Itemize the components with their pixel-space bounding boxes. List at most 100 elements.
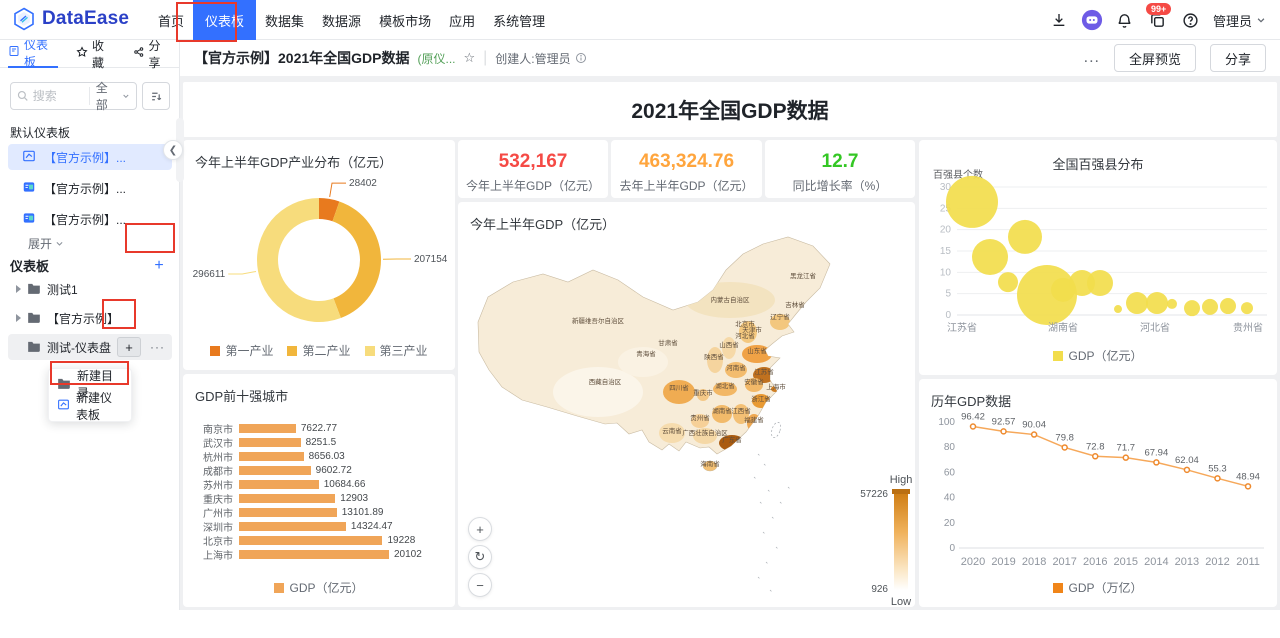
svg-text:广东省: 广东省 (722, 435, 742, 444)
map-zoom-in-button[interactable]: + (468, 517, 492, 541)
sidebar-tab-分享[interactable]: 分享 (133, 40, 171, 68)
dashboard-list-item[interactable]: 【官方示例】... (8, 144, 172, 170)
sidebar-tab-仪表板[interactable]: 仪表板 (8, 40, 58, 68)
svg-text:55.3: 55.3 (1208, 463, 1227, 474)
favorite-star-icon[interactable]: ☆ (463, 50, 475, 66)
industry-donut-chart: 28402207154296611 (183, 140, 455, 370)
svg-text:云南省: 云南省 (662, 426, 682, 435)
share-button[interactable]: 分享 (1210, 44, 1266, 72)
svg-text:江苏省: 江苏省 (947, 321, 977, 334)
industry-donut-card: 今年上半年GDP产业分布（亿元） 28402207154296611 第一产业第… (183, 140, 455, 370)
chart-title: 今年上半年GDP产业分布（亿元） (195, 152, 392, 171)
notification-badge: 99+ (1146, 3, 1171, 15)
dashboard-icon (57, 398, 70, 414)
bar-row: 苏州市10684.66 (195, 477, 447, 491)
bar-value-label: 14324.47 (351, 521, 393, 532)
scope-filter-dropdown[interactable]: 全部 (89, 87, 130, 105)
sidebar-collapse-button[interactable]: ❮ (163, 140, 183, 160)
bar (239, 508, 337, 517)
tree-item-测试-仪表盘[interactable]: 测试-仪表盘+··· (8, 334, 172, 360)
svg-text:辽宁省: 辽宁省 (770, 312, 790, 321)
nav-menu-item-仪表板[interactable]: 仪表板 (193, 0, 256, 40)
svg-text:2017: 2017 (1052, 556, 1076, 568)
nav-menu-item-应用[interactable]: 应用 (440, 0, 484, 40)
svg-text:上海市: 上海市 (766, 382, 786, 391)
svg-text:20: 20 (940, 225, 952, 236)
sort-button[interactable] (142, 82, 170, 110)
add-dashboard-button[interactable]: + (148, 257, 170, 275)
nav-menu-item-数据集[interactable]: 数据集 (256, 0, 313, 40)
bar-category-label: 深圳市 (195, 519, 239, 534)
islands-outline (754, 421, 790, 592)
bar (239, 452, 304, 461)
kpi-value: 12.7 (765, 151, 915, 173)
expand-toggle[interactable]: 展开 (28, 235, 64, 252)
legend-item: GDP（亿元） (1053, 347, 1142, 364)
dashboard-title: 2021年全国GDP数据 (631, 95, 828, 125)
help-icon[interactable] (1180, 9, 1202, 31)
svg-text:296611: 296611 (193, 269, 226, 280)
download-icon[interactable] (1048, 9, 1070, 31)
tree-item-【官方示例】[interactable]: 【官方示例】 (8, 305, 172, 331)
app-logo[interactable]: DataEase (12, 7, 129, 31)
tree-add-button[interactable]: + (117, 337, 141, 357)
scale-low-label: Low (891, 596, 911, 607)
dashboard-list-item[interactable]: 【官方示例】... (8, 206, 172, 232)
creator-info: 创建人:管理员 (495, 50, 586, 67)
search-input[interactable] (33, 89, 85, 103)
sidebar-tab-收藏[interactable]: 收藏 (76, 40, 114, 68)
nav-menu-item-数据源[interactable]: 数据源 (313, 0, 370, 40)
map-zoom-out-button[interactable]: − (468, 573, 492, 597)
china-mainland-shape (478, 237, 830, 454)
svg-text:40: 40 (944, 493, 956, 504)
bar-category-label: 北京市 (195, 533, 239, 548)
svg-text:黑龙江省: 黑龙江省 (790, 271, 817, 280)
nav-menu-item-系统管理[interactable]: 系统管理 (484, 0, 554, 40)
svg-text:28402: 28402 (349, 178, 377, 189)
scale-max-value: 57226 (860, 489, 888, 500)
legend-swatch (210, 346, 220, 356)
folder-icon (57, 377, 71, 392)
svg-text:2019: 2019 (991, 556, 1015, 568)
svg-text:吉林省: 吉林省 (785, 300, 805, 309)
svg-text:青海省: 青海省 (636, 349, 656, 358)
svg-text:100: 100 (938, 417, 955, 428)
dashboard-list-item[interactable]: 【官方示例】... (8, 175, 172, 201)
bar-category-label: 杭州市 (195, 449, 239, 464)
assistant-chat-icon[interactable] (1081, 9, 1103, 31)
nav-menu-item-模板市场[interactable]: 模板市场 (370, 0, 440, 40)
bar-row: 深圳市 14324.47 (195, 519, 447, 533)
fullscreen-preview-button[interactable]: 全屏预览 (1114, 44, 1196, 72)
svg-text:重庆市: 重庆市 (693, 388, 713, 397)
dashboard-tree: 测试1【官方示例】测试-仪表盘+··· (8, 276, 172, 363)
more-actions-button[interactable]: ... (1084, 49, 1100, 67)
scope-filter-label: 全部 (96, 79, 119, 113)
context-menu-item-新建仪表板[interactable]: 新建仪表板 (49, 395, 131, 417)
svg-text:贵州省: 贵州省 (690, 413, 710, 422)
svg-text:2013: 2013 (1175, 556, 1199, 568)
map-reset-button[interactable]: ↻ (468, 545, 492, 569)
nav-menu-item-首页[interactable]: 首页 (149, 0, 193, 40)
expand-arrow-icon[interactable] (16, 285, 21, 293)
svg-text:新疆维吾尔自治区: 新疆维吾尔自治区 (572, 316, 625, 325)
chart-title: GDP前十强城市 (195, 386, 288, 405)
legend-item: 第三产业 (365, 342, 428, 359)
search-box[interactable]: 全部 (10, 82, 137, 110)
svg-text:2018: 2018 (1022, 556, 1046, 568)
expand-arrow-icon[interactable] (16, 314, 21, 322)
notifications-bell-icon[interactable] (1114, 9, 1136, 31)
svg-text:2011: 2011 (1236, 556, 1260, 568)
svg-text:河北省: 河北省 (735, 331, 755, 340)
folder-icon (27, 340, 41, 355)
bar-row: 武汉市8251.5 (195, 435, 447, 449)
tree-more-button[interactable]: ··· (147, 340, 168, 354)
svg-text:2012: 2012 (1205, 556, 1229, 568)
svg-text:浙江省: 浙江省 (751, 394, 771, 403)
svg-text:湖北省: 湖北省 (715, 381, 735, 390)
bubble-legend: GDP（亿元） (919, 347, 1277, 364)
svg-text:江西省: 江西省 (731, 406, 751, 415)
tree-item-测试1[interactable]: 测试1 (8, 276, 172, 302)
folder-icon (27, 282, 41, 297)
user-menu[interactable]: 管理员 (1213, 11, 1266, 30)
bar-value-label: 20102 (394, 549, 422, 560)
